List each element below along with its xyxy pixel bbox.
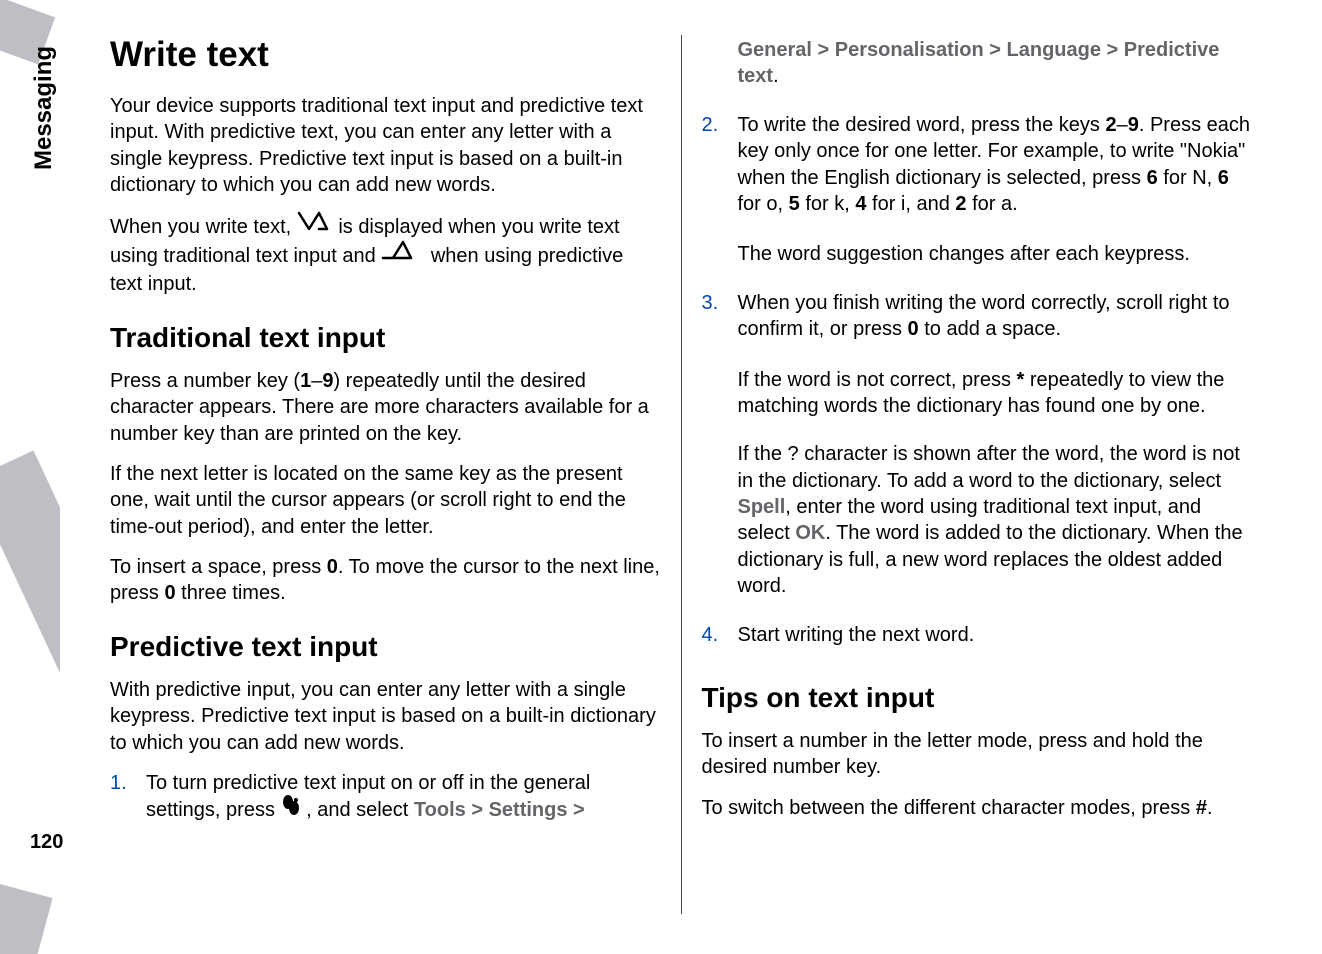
menu-spell: Spell [738,496,786,518]
key-9: 9 [322,370,333,392]
traditional-paragraph-1: Press a number key (1–9) repeatedly unti… [110,368,661,447]
predictive-steps-list: 1. To turn predictive text input on or o… [110,770,661,836]
step-2-note: The word suggestion changes after each k… [702,241,1253,267]
text-fragment: – [311,370,322,392]
predictive-steps-list-continued: 2. To write the desired word, press the … [702,112,1253,228]
text-fragment: To write the desired word, press the key… [738,114,1106,136]
list-item-1: 1. To turn predictive text input on or o… [110,770,661,826]
list-number: 4. [702,622,719,648]
key-6: 6 [1147,167,1158,189]
menu-separator: > [812,39,835,61]
text-fragment: When you write text, [110,216,297,238]
menu-separator: > [466,799,489,821]
text-fragment: . [773,65,779,87]
step-3-note-1: If the word is not correct, press * repe… [702,367,1253,420]
text-fragment: , and select [306,799,414,821]
menu-path-language: Language [1007,39,1101,61]
traditional-input-icon [297,211,333,240]
menu-separator: > [1101,39,1124,61]
menu-key-icon [281,794,301,823]
text-fragment: If the word is not correct, press [738,369,1017,391]
text-fragment: for N, [1158,167,1218,189]
text-fragment: Press a number key ( [110,370,300,392]
menu-path-continuation: General > Personalisation > Language > P… [702,37,1253,90]
key-4: 4 [855,193,866,215]
key-2: 2 [955,193,966,215]
list-item-2: 2. To write the desired word, press the … [702,112,1253,218]
text-fragment: for o, [738,193,789,215]
menu-path-personalisation: Personalisation [835,39,984,61]
predictive-paragraph-1: With predictive input, you can enter any… [110,677,661,756]
heading-traditional-input: Traditional text input [110,322,661,354]
heading-tips: Tips on text input [702,682,1253,714]
text-fragment: for k, [800,193,856,215]
text-fragment: for a. [967,193,1018,215]
list-item-4: 4. Start writing the next word. [702,622,1253,648]
intro-paragraph: Your device supports traditional text in… [110,93,661,199]
menu-ok: OK [795,522,825,544]
menu-path-settings: Settings [489,799,568,821]
heading-write-text: Write text [110,35,661,75]
predictive-steps-list-continued-2: 3. When you finish writing the word corr… [702,290,1253,353]
heading-predictive-input: Predictive text input [110,631,661,663]
menu-separator: > [567,799,584,821]
text-fragment: . [1207,797,1213,819]
key-0: 0 [908,318,919,340]
predictive-input-icon [381,240,425,269]
key-6: 6 [1218,167,1229,189]
list-number: 3. [702,290,719,316]
step-3-note-2: If the ? character is shown after the wo… [702,441,1253,599]
text-fragment: Start writing the next word. [738,624,975,646]
tips-paragraph-1: To insert a number in the letter mode, p… [702,728,1253,781]
traditional-paragraph-2: If the next letter is located on the sam… [110,461,661,540]
text-fragment: If the ? character is shown after the wo… [738,443,1240,491]
list-item-3: 3. When you finish writing the word corr… [702,290,1253,343]
tips-paragraph-2: To switch between the different characte… [702,795,1253,821]
predictive-steps-list-continued-3: 4. Start writing the next word. [702,622,1253,658]
key-5: 5 [789,193,800,215]
right-column: General > Personalisation > Language > P… [681,35,1263,914]
text-fragment: to add a space. [919,318,1061,340]
text-fragment: To insert a space, press [110,556,327,578]
traditional-paragraph-3: To insert a space, press 0. To move the … [110,554,661,607]
key-0: 0 [164,582,175,604]
key-hash: # [1196,797,1207,819]
list-number: 1. [110,770,127,796]
content-area: Write text Your device supports traditio… [110,35,1262,914]
left-column: Write text Your device supports traditio… [110,35,681,914]
text-fragment: three times. [176,582,286,604]
key-0: 0 [327,556,338,578]
text-fragment: – [1117,114,1128,136]
text-fragment: To switch between the different characte… [702,797,1196,819]
key-2: 2 [1105,114,1116,136]
menu-path-tools: Tools [414,799,466,821]
key-9: 9 [1128,114,1139,136]
text-fragment: for i, and [866,193,955,215]
page-number: 120 [30,831,63,854]
icon-explanation-paragraph: When you write text, is displayed when y… [110,213,661,298]
list-number: 2. [702,112,719,138]
section-label: Messaging [30,46,58,170]
menu-separator: > [984,39,1007,61]
key-1: 1 [300,370,311,392]
menu-path-general: General [738,39,812,61]
